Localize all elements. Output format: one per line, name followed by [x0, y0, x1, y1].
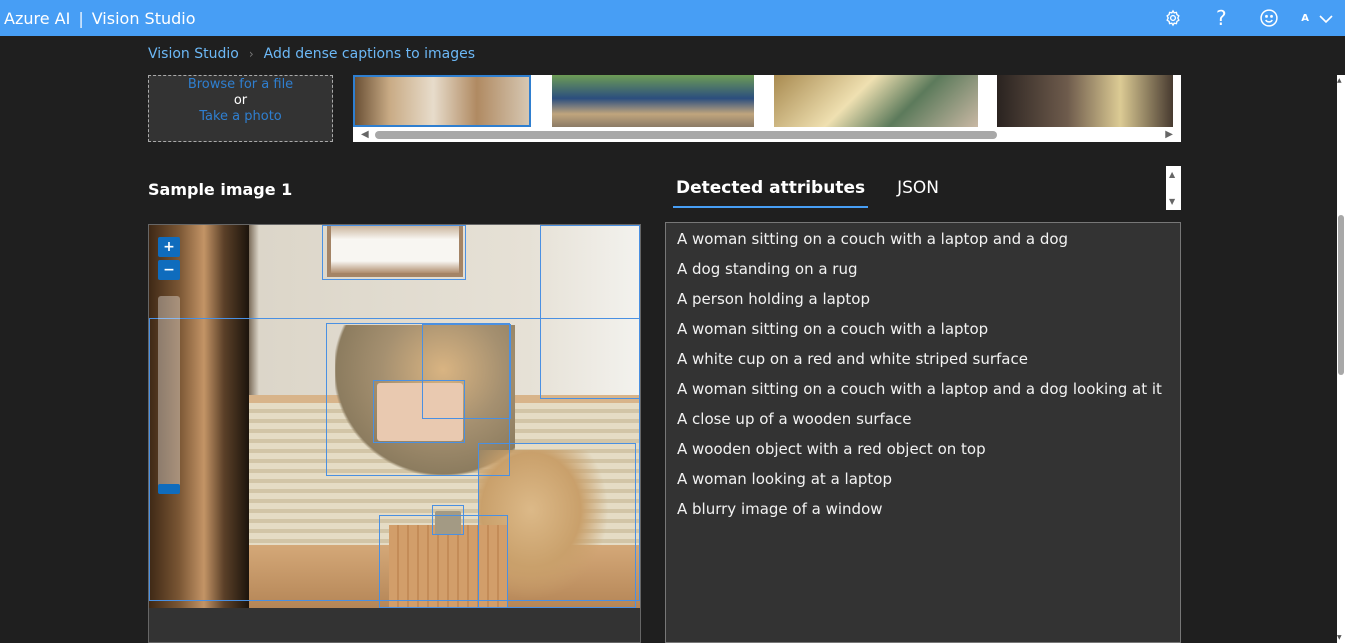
scroll-down-icon[interactable]: ▼ — [1337, 634, 1342, 641]
attribute-item[interactable]: A woman sitting on a couch with a laptop… — [666, 227, 1180, 257]
tab-detected-attributes[interactable]: Detected attributes — [673, 176, 869, 208]
brand-name: Azure AI — [4, 8, 71, 28]
chevron-right-icon: › — [248, 47, 254, 61]
breadcrumb-dense-captions[interactable]: Add dense captions to images — [264, 46, 475, 62]
scroll-right-icon[interactable]: ▶ — [1165, 129, 1173, 140]
breadcrumb-vision-studio[interactable]: Vision Studio — [148, 46, 239, 62]
gear-icon[interactable] — [1149, 0, 1197, 36]
brand-separator: | — [78, 8, 84, 28]
scroll-left-icon[interactable]: ◀ — [361, 129, 369, 140]
scroll-down-icon[interactable]: ▼ — [1169, 197, 1175, 206]
sample-thumbnail-3[interactable] — [774, 75, 978, 127]
tab-json[interactable]: JSON — [894, 176, 942, 208]
attribute-item[interactable]: A white cup on a red and white striped s… — [666, 347, 1180, 377]
bounding-box[interactable] — [540, 225, 640, 399]
sample-thumbnail-2[interactable] — [552, 75, 754, 127]
attribute-item[interactable]: A woman looking at a laptop — [666, 467, 1180, 497]
page-scrollbar-thumb[interactable] — [1338, 215, 1344, 375]
top-icons: ? A — [1149, 0, 1345, 36]
bounding-box[interactable] — [322, 225, 466, 280]
thumbnail-scrollbar[interactable]: ◀ ▶ — [353, 128, 1181, 142]
attribute-item[interactable]: A close up of a wooden surface — [666, 407, 1180, 437]
zoom-out-button[interactable]: − — [158, 260, 180, 280]
zoom-in-button[interactable]: + — [158, 237, 180, 257]
product-name: Vision Studio — [91, 8, 196, 28]
zoom-controls: + − — [158, 237, 180, 494]
breadcrumb: Vision Studio › Add dense captions to im… — [148, 46, 475, 62]
attribute-item[interactable]: A woman sitting on a couch with a laptop… — [666, 377, 1180, 407]
results-tabs: Detected attributes JSON — [673, 176, 942, 208]
thumbnail-scrollbar-thumb[interactable] — [375, 131, 997, 139]
attribute-item[interactable]: A wooden object with a red object on top — [666, 437, 1180, 467]
sample-thumbnail-1[interactable] — [353, 75, 531, 127]
avatar: A — [1301, 12, 1309, 24]
bounding-box[interactable] — [432, 505, 464, 535]
browse-file-link[interactable]: Browse for a file — [149, 77, 332, 92]
chevron-down-icon — [1319, 9, 1333, 28]
image-viewer[interactable]: + − — [148, 224, 641, 643]
scroll-up-icon[interactable]: ▲ — [1169, 170, 1175, 179]
attribute-item[interactable]: A woman sitting on a couch with a laptop — [666, 317, 1180, 347]
attribute-item[interactable]: A dog standing on a rug — [666, 257, 1180, 287]
tabs-scrollbar[interactable]: ▲ ▼ — [1166, 166, 1181, 210]
attribute-item[interactable]: A blurry image of a window — [666, 497, 1180, 527]
zoom-slider-handle[interactable] — [158, 484, 180, 494]
scroll-up-icon[interactable]: ▲ — [1337, 77, 1342, 84]
upload-or-label: or — [233, 93, 248, 108]
sample-thumbnails: ◀ ▶ — [353, 75, 1181, 142]
sample-thumbnail-4[interactable] — [997, 75, 1173, 127]
zoom-slider[interactable] — [158, 296, 180, 494]
bounding-box[interactable] — [373, 380, 465, 443]
feedback-smiley-icon[interactable] — [1245, 0, 1293, 36]
detected-attributes-list: A woman sitting on a couch with a laptop… — [665, 222, 1181, 643]
top-bar: Azure AI | Vision Studio ? A — [0, 0, 1345, 36]
brand[interactable]: Azure AI | Vision Studio — [0, 9, 196, 28]
account-menu[interactable]: A — [1293, 0, 1345, 36]
take-photo-link[interactable]: Take a photo — [149, 109, 332, 124]
page-scrollbar[interactable]: ▲ ▼ — [1337, 75, 1345, 643]
attribute-item[interactable]: A person holding a laptop — [666, 287, 1180, 317]
help-icon[interactable]: ? — [1197, 0, 1245, 36]
sample-image-title: Sample image 1 — [148, 180, 293, 199]
upload-dropzone[interactable]: Browse for a file or Take a photo — [148, 75, 333, 142]
